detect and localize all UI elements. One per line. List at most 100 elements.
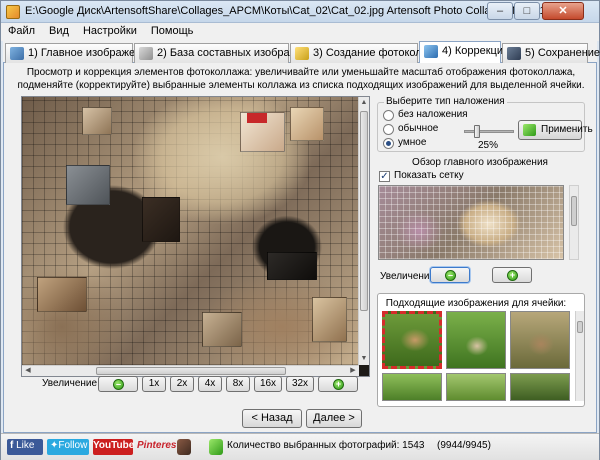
overview-title: Обзор главного изображения (412, 157, 548, 168)
collage-preview[interactable]: ▲ ▼ ◀ ▶ (21, 96, 370, 377)
tab-label: 4) Коррекция (442, 45, 509, 57)
mosaic-tile[interactable] (37, 277, 87, 312)
zoom-4x-button[interactable]: 4x (198, 376, 222, 392)
overlay-none-label: без наложения (398, 109, 468, 120)
magic-wand-icon (295, 47, 309, 60)
progress-count: (9944/9945) (437, 440, 491, 451)
menu-file[interactable]: Файл (1, 23, 42, 37)
pinterest-button[interactable]: Pinterest (137, 439, 180, 455)
minimize-button[interactable]: – (487, 2, 513, 20)
overview-scrollbar[interactable] (569, 185, 579, 260)
menu-help[interactable]: Помощь (144, 23, 201, 37)
mosaic-tile[interactable] (82, 107, 112, 135)
overlay-normal-radio[interactable] (383, 124, 394, 135)
overlay-percent: 25% (478, 140, 499, 151)
menu-view[interactable]: Вид (42, 23, 76, 37)
spinner-icon: ◌ (415, 439, 423, 453)
overlay-slider[interactable] (464, 130, 514, 133)
mosaic-tile[interactable] (312, 297, 347, 342)
tab-main-image[interactable]: 1) Главное изображение (5, 43, 153, 63)
scroll-down-icon[interactable]: ▼ (359, 354, 369, 364)
mosaic-tile[interactable] (290, 107, 324, 141)
minus-icon: – (113, 379, 124, 390)
preview-vertical-scrollbar[interactable]: ▲ ▼ (358, 97, 369, 365)
scroll-thumb[interactable] (577, 321, 583, 333)
apply-button[interactable]: Применить (518, 120, 593, 140)
menu-settings[interactable]: Настройки (76, 23, 144, 37)
refresh-icon (523, 124, 536, 136)
scroll-thumb[interactable] (571, 196, 577, 226)
facebook-like-button[interactable]: f Like (7, 439, 43, 455)
zoom-8x-button[interactable]: 8x (226, 376, 250, 392)
mosaic-tile[interactable] (202, 312, 242, 347)
database-add-icon (139, 47, 153, 60)
overlay-none-radio[interactable] (383, 110, 394, 121)
scroll-up-icon[interactable]: ▲ (359, 98, 369, 108)
overlay-smart-radio[interactable] (383, 138, 394, 149)
scroll-left-icon[interactable]: ◀ (23, 366, 33, 376)
photos-count: Количество выбранных фотографий: 1543 (227, 440, 425, 451)
overlay-normal-label: обычное (398, 123, 439, 134)
show-grid-checkbox[interactable]: ✓ (379, 171, 390, 182)
cube-icon (424, 45, 438, 58)
suitable-image-selected[interactable] (382, 311, 442, 369)
photos-count-icon (209, 439, 223, 455)
plus-icon: + (507, 270, 518, 281)
twitter-follow-button[interactable]: ✦Follow (47, 439, 89, 455)
tab-content: Просмотр и коррекция элементов фотоколла… (3, 63, 597, 433)
overview-zoom-in-button[interactable]: + (492, 267, 532, 283)
suitable-image[interactable] (510, 311, 570, 369)
zoom-32x-button[interactable]: 32x (286, 376, 314, 392)
suitable-image[interactable] (446, 373, 506, 401)
back-button[interactable]: < Назад (242, 409, 302, 428)
tab-label: 5) Сохранение (525, 47, 600, 59)
tab-save[interactable]: 5) Сохранение (502, 43, 600, 63)
close-button[interactable]: ✕ (542, 2, 584, 20)
scroll-thumb[interactable] (96, 367, 286, 375)
scroll-thumb[interactable] (360, 111, 368, 311)
overview-zoom-label: Увеличение (380, 271, 436, 282)
zoom-label: Увеличение: (42, 378, 100, 389)
zoom-1x-button[interactable]: 1x (142, 376, 166, 392)
youtube-button[interactable]: YouTube (93, 439, 134, 455)
wizard-tabs: 1) Главное изображение 2) База составных… (3, 41, 600, 64)
mosaic-tile (247, 113, 267, 123)
right-panel: Выберите тип наложения без наложения обы… (374, 95, 593, 407)
mosaic-tile[interactable] (267, 252, 317, 280)
mosaic-tile[interactable] (142, 197, 180, 242)
maximize-button[interactable]: □ (514, 2, 540, 20)
zoom-out-button[interactable]: – (98, 376, 138, 392)
overlay-slider-thumb[interactable] (474, 125, 480, 138)
collage-mosaic[interactable] (22, 97, 359, 365)
suitable-title: Подходящие изображения для ячейки: (385, 298, 567, 309)
overlay-title: Выберите тип наложения (384, 96, 507, 107)
app-icon (6, 5, 20, 19)
next-button[interactable]: Далее > (306, 409, 362, 428)
app-window: E:\Google Диск\ArtensoftShare\Collages_A… (0, 0, 600, 460)
page-description: Просмотр и коррекция элементов фотоколла… (17, 67, 585, 91)
overlay-groupbox: Выберите тип наложения без наложения обы… (377, 96, 593, 152)
menu-bar: Файл Вид Настройки Помощь (1, 23, 599, 41)
suitable-image[interactable] (510, 373, 570, 401)
status-bar: f Like ✦Follow YouTube Pinterest Количес… (1, 433, 599, 460)
zoom-2x-button[interactable]: 2x (170, 376, 194, 392)
image-icon (10, 47, 24, 60)
overview-image[interactable] (378, 185, 564, 260)
title-bar: E:\Google Диск\ArtensoftShare\Collages_A… (1, 1, 599, 23)
tab-correction[interactable]: 4) Коррекция (419, 41, 509, 64)
scroll-right-icon[interactable]: ▶ (348, 366, 358, 376)
floppy-disk-icon (507, 47, 521, 60)
suitable-image[interactable] (382, 373, 442, 401)
tab-image-database[interactable]: 2) База составных изображений (134, 43, 321, 63)
preview-horizontal-scrollbar[interactable]: ◀ ▶ (22, 365, 359, 376)
overview-zoom-out-button[interactable]: – (430, 267, 470, 283)
instagram-icon[interactable] (177, 439, 191, 455)
suitable-scrollbar[interactable] (575, 311, 584, 401)
tab-create-collage[interactable]: 3) Создание фотоколлажа (290, 43, 448, 63)
mosaic-tile[interactable] (66, 165, 110, 205)
apply-label: Применить (541, 124, 593, 135)
overlay-smart-label: умное (398, 137, 427, 148)
zoom-16x-button[interactable]: 16x (254, 376, 282, 392)
zoom-in-button[interactable]: + (318, 376, 358, 392)
suitable-image[interactable] (446, 311, 506, 369)
